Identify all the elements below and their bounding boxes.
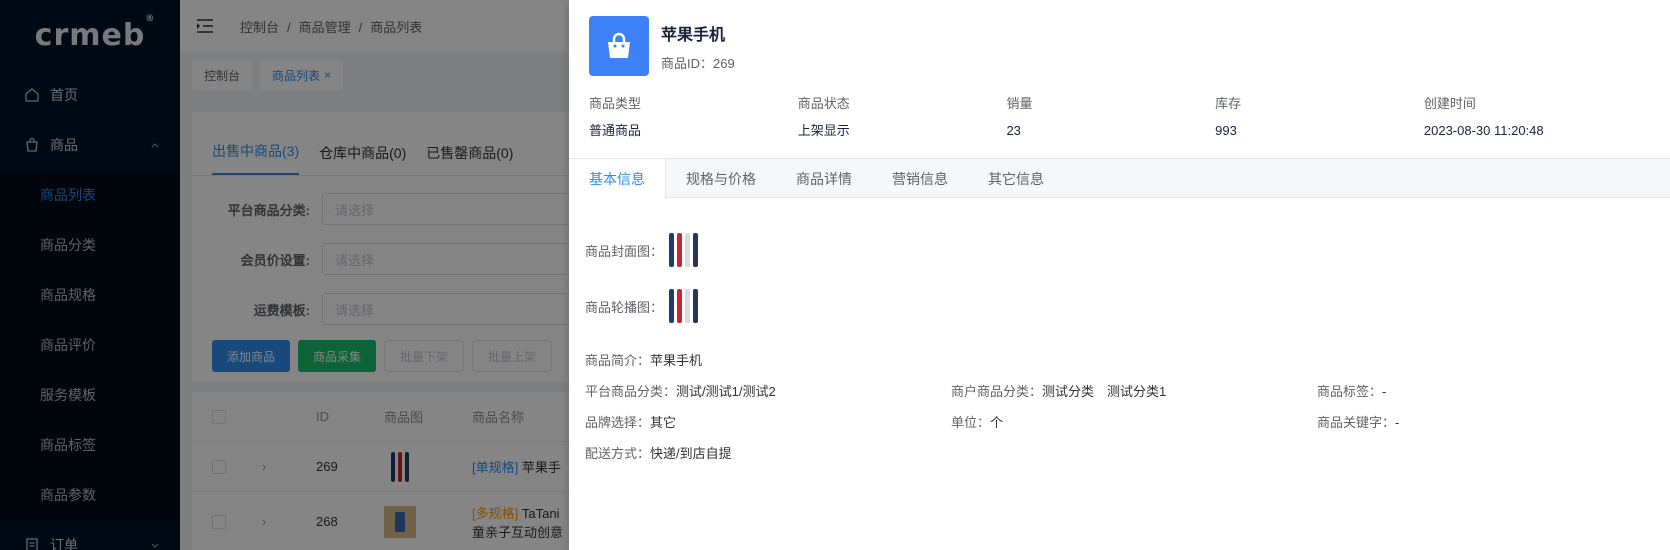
- basic-info-panel: 商品封面图： 商品轮播图： 商品简介： 苹果手机 平台商品分类：测试/测试1/测试…: [569, 198, 1670, 468]
- field-label: 商品轮播图：: [585, 299, 664, 315]
- brand-row: 品牌选择：其它 单位：个 商品关键字：-: [585, 406, 1670, 437]
- delivery-row: 配送方式： 快递/到店自提: [585, 437, 1670, 468]
- field-label: 商品关键字：: [1317, 415, 1396, 430]
- summary-value: 993: [1215, 123, 1237, 138]
- summary-label: 商品类型: [589, 96, 642, 111]
- tab-marketing[interactable]: 营销信息: [872, 159, 968, 198]
- summary-stock: 库存 993: [1215, 92, 1424, 146]
- summary-label: 库存: [1215, 96, 1242, 111]
- cover-image-row: 商品封面图：: [585, 232, 1670, 268]
- field-label: 平台商品分类：: [585, 384, 677, 399]
- summary-value: 上架显示: [797, 123, 850, 138]
- summary-created: 创建时间 2023-08-30 11:20:48: [1424, 92, 1670, 146]
- summary-value: 普通商品: [589, 123, 642, 138]
- field-value: -: [1395, 415, 1400, 430]
- carousel-image[interactable]: [665, 288, 701, 324]
- product-avatar: [589, 16, 649, 76]
- field-value: 个: [990, 415, 1004, 430]
- summary-label: 商品状态: [797, 96, 850, 111]
- field-value: -: [1382, 384, 1387, 399]
- summary-sales: 销量 23: [1006, 92, 1215, 146]
- tab-product-detail[interactable]: 商品详情: [776, 159, 872, 198]
- summary-status: 商品状态 上架显示: [798, 92, 1007, 146]
- tab-other[interactable]: 其它信息: [968, 159, 1064, 198]
- field-label: 品牌选择：: [585, 415, 651, 430]
- summary-value: 23: [1006, 123, 1021, 138]
- summary-value: 2023-08-30 11:20:48: [1423, 123, 1544, 138]
- summary-label: 销量: [1006, 96, 1033, 111]
- field-label: 商品封面图：: [585, 243, 664, 259]
- product-summary: 商品类型 普通商品 商品状态 上架显示 销量 23 库存 993 创建时间 20…: [569, 92, 1670, 146]
- product-detail-drawer: 苹果手机 商品ID：269 商品类型 普通商品 商品状态 上架显示 销量 23 …: [569, 0, 1670, 550]
- product-id: 商品ID：269: [661, 55, 735, 71]
- field-label: 商户商品分类：: [951, 384, 1043, 399]
- drawer-title: 苹果手机: [661, 26, 726, 44]
- drawer-header: 苹果手机 商品ID：269: [569, 0, 1670, 92]
- field-label: 商品简介：: [585, 353, 651, 368]
- drawer-tabs: 基本信息 规格与价格 商品详情 营销信息 其它信息: [569, 158, 1670, 199]
- field-value: 其它: [650, 415, 677, 430]
- field-value: 苹果手机: [650, 353, 703, 368]
- summary-label: 创建时间: [1423, 96, 1476, 111]
- tab-spec-price[interactable]: 规格与价格: [666, 159, 776, 198]
- field-label: 单位：: [951, 415, 991, 430]
- cover-image[interactable]: [665, 232, 701, 268]
- tab-basic-info[interactable]: 基本信息: [569, 159, 666, 199]
- field-value: 测试/测试1/测试2: [676, 384, 776, 399]
- shopping-bag-icon: [608, 32, 630, 58]
- summary-type: 商品类型 普通商品: [589, 92, 798, 146]
- category-row: 平台商品分类：测试/测试1/测试2 商户商品分类：测试分类 测试分类1 商品标签…: [585, 375, 1670, 406]
- field-value: 测试分类 测试分类1: [1042, 384, 1167, 399]
- carousel-image-row: 商品轮播图：: [585, 288, 1670, 324]
- field-value: 快递/到店自提: [650, 446, 732, 461]
- intro-row: 商品简介： 苹果手机: [585, 344, 1670, 375]
- field-label: 商品标签：: [1317, 384, 1383, 399]
- field-label: 配送方式：: [585, 446, 651, 461]
